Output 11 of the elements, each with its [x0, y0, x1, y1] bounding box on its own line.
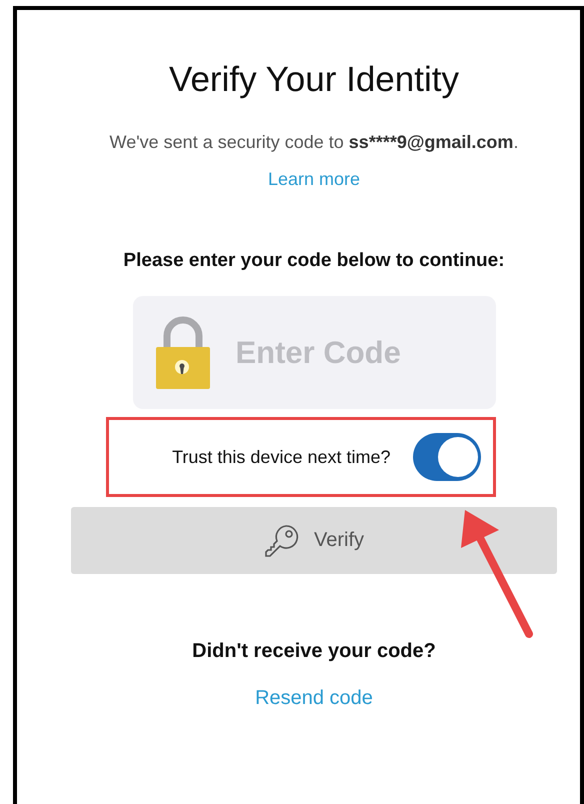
learn-more-link[interactable]: Learn more [268, 169, 360, 190]
trust-device-label: Trust this device next time? [172, 446, 390, 468]
padlock-icon [156, 316, 210, 389]
key-icon [264, 522, 300, 558]
code-prompt: Please enter your code below to continue: [123, 250, 505, 272]
resend-code-link[interactable]: Resend code [255, 687, 373, 710]
page-title: Verify Your Identity [169, 60, 459, 100]
resend-question: Didn't receive your code? [192, 640, 436, 663]
verify-button[interactable]: Verify [71, 507, 557, 574]
toggle-switch[interactable] [412, 433, 480, 481]
sent-code-message: We've sent a security code to ss****9@gmail.com. [110, 132, 518, 153]
